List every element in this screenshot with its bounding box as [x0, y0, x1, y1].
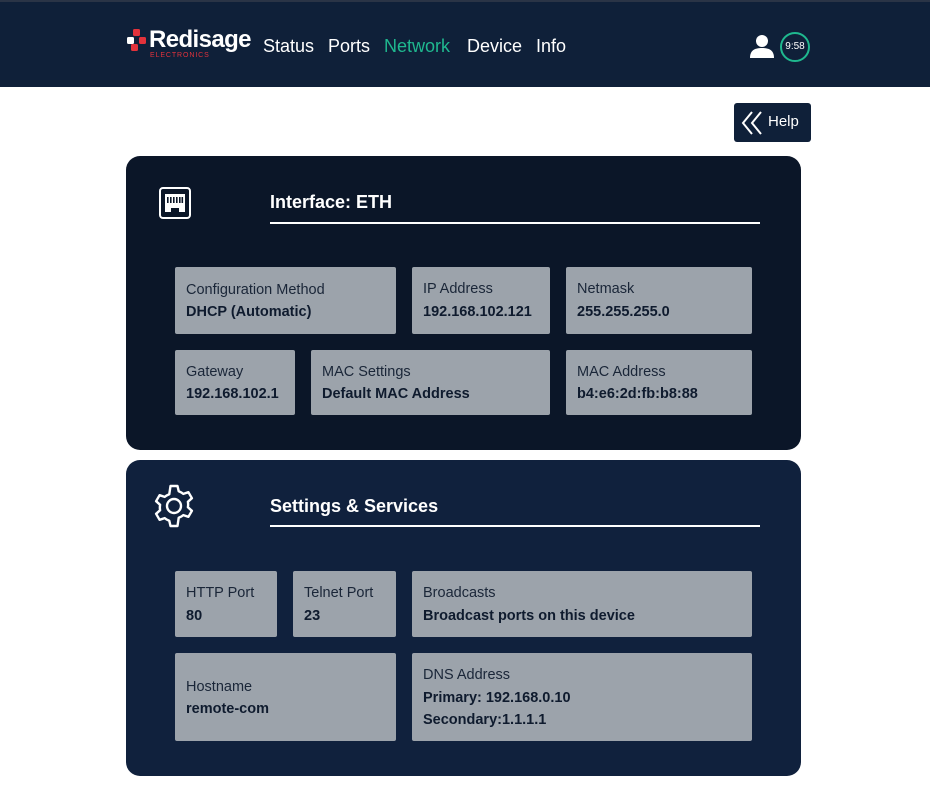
settings-services-card: Settings & Services HTTP Port 80 Telnet …	[126, 460, 801, 776]
field-value: 255.255.255.0	[577, 304, 670, 320]
field-value: 80	[186, 608, 203, 624]
interface-eth-card: Interface: ETH Configuration Method DHCP…	[126, 156, 801, 450]
mac-address-field: MAC Address b4:e6:2d:fb:b8:88	[566, 350, 752, 415]
dns-secondary-value: Secondary:1.1.1.1	[423, 712, 547, 728]
field-value: 192.168.102.121	[423, 304, 532, 320]
title-divider	[270, 525, 760, 527]
title-divider	[270, 222, 760, 224]
field-value: 192.168.102.1	[186, 386, 279, 402]
logo-subtext: ELECTRONICS	[150, 52, 210, 59]
gateway-field: Gateway 192.168.102.1	[175, 350, 295, 415]
field-label: DNS Address	[423, 667, 511, 683]
field-label: MAC Address	[577, 364, 666, 380]
gear-icon	[154, 484, 194, 528]
netmask-field: Netmask 255.255.255.0	[566, 267, 752, 334]
field-label: IP Address	[423, 281, 493, 297]
help-label: Help	[768, 113, 799, 130]
field-value: remote-com	[186, 701, 269, 717]
broadcasts-field: Broadcasts Broadcast ports on this devic…	[412, 571, 752, 637]
session-timer: 9:58	[780, 32, 810, 62]
help-button[interactable]: Help	[734, 103, 811, 142]
field-value: 23	[304, 608, 321, 624]
field-label: Configuration Method	[186, 282, 325, 298]
field-value: Broadcast ports on this device	[423, 608, 635, 624]
field-label: MAC Settings	[322, 364, 411, 380]
field-label: Hostname	[186, 679, 253, 695]
dns-primary-value: Primary: 192.168.0.10	[423, 690, 571, 706]
field-value: Default MAC Address	[322, 386, 470, 402]
logo-text: Redisage	[149, 26, 252, 53]
http-port-field: HTTP Port 80	[175, 571, 277, 637]
field-label: Broadcasts	[423, 585, 496, 601]
double-chevron-left-icon	[741, 111, 762, 135]
config-method-field: Configuration Method DHCP (Automatic)	[175, 267, 396, 334]
hostname-field: Hostname remote-com	[175, 653, 396, 741]
field-value: DHCP (Automatic)	[186, 304, 312, 320]
card-title: Interface: ETH	[270, 192, 393, 212]
field-label: Telnet Port	[304, 585, 374, 601]
brand-logo[interactable]: Redisage ELECTRONICS	[127, 26, 253, 62]
nav-ports[interactable]: Ports	[328, 35, 370, 57]
dns-address-field: DNS Address Primary: 192.168.0.10 Second…	[412, 653, 752, 741]
card-title: Settings & Services	[270, 496, 439, 516]
field-label: HTTP Port	[186, 585, 255, 601]
nav-status[interactable]: Status	[263, 35, 314, 57]
field-label: Gateway	[186, 364, 244, 380]
field-value: b4:e6:2d:fb:b8:88	[577, 386, 698, 402]
field-label: Netmask	[577, 281, 635, 297]
nav-network[interactable]: Network	[384, 35, 450, 57]
nav-device[interactable]: Device	[467, 35, 522, 57]
user-icon[interactable]	[749, 33, 775, 59]
mac-settings-field: MAC Settings Default MAC Address	[311, 350, 550, 415]
top-navigation-bar: Redisage ELECTRONICS Status Ports Networ…	[0, 0, 930, 87]
telnet-port-field: Telnet Port 23	[293, 571, 396, 637]
logo-mark-icon	[127, 29, 146, 51]
nav-info[interactable]: Info	[536, 35, 566, 57]
ethernet-port-icon	[159, 187, 191, 219]
ip-address-field: IP Address 192.168.102.121	[412, 267, 550, 334]
